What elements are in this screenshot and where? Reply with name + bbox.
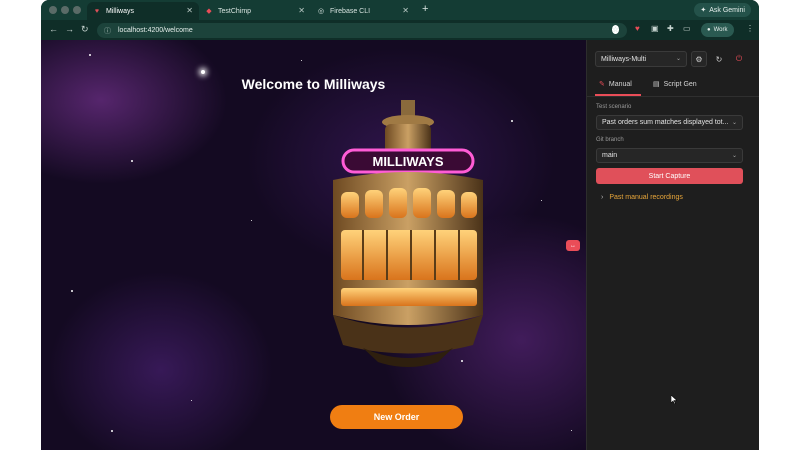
- address-bar[interactable]: ⓘ localhost:4200/welcome ☆: [97, 23, 627, 38]
- forward-arrow-icon[interactable]: →: [65, 24, 74, 34]
- profile-label: Work: [713, 27, 728, 33]
- testchimp-side-panel: Milliways-Multi ⌄ ⚙ ↻ ⏻ ✎ Manual ▤ Scrip…: [586, 40, 759, 450]
- gemini-sparkle-icon: ✦: [700, 7, 707, 14]
- panel-collapse-handle[interactable]: ↔: [566, 240, 580, 251]
- manual-icon: ✎: [599, 81, 605, 88]
- star: [301, 60, 302, 61]
- star: [89, 54, 91, 56]
- past-recordings-label: Past manual recordings: [609, 194, 683, 201]
- chevron-down-icon: ⌄: [675, 56, 681, 62]
- chevron-down-icon: ⌄: [731, 153, 737, 159]
- tab-script-gen-label: Script Gen: [663, 80, 697, 88]
- star: [111, 430, 113, 432]
- page-title: Welcome to Milliways: [241, 76, 386, 92]
- scenario-select[interactable]: Past orders sum matches displayed tot...…: [596, 115, 743, 130]
- tab-manual[interactable]: ✎ Manual: [599, 80, 632, 89]
- profile-button[interactable]: ● Work: [701, 23, 734, 37]
- refresh-icon: ↻: [715, 54, 723, 64]
- refresh-button[interactable]: ↻: [711, 51, 727, 67]
- star: [511, 120, 513, 122]
- star: [71, 290, 73, 292]
- extension-icon[interactable]: ▣: [651, 24, 659, 33]
- tab-label: TestChimp: [218, 7, 252, 15]
- project-select-value: Milliways-Multi: [601, 55, 647, 63]
- minimize-window-button[interactable]: [61, 6, 69, 14]
- menu-dots-icon[interactable]: ⋮: [746, 24, 754, 33]
- bookmark-star-icon[interactable]: ☆: [611, 25, 619, 34]
- close-icon[interactable]: ✕: [186, 6, 193, 15]
- star: [251, 220, 252, 221]
- ask-gemini-button[interactable]: ✦ Ask Gemini: [694, 3, 751, 17]
- mouse-cursor-icon: [671, 395, 677, 404]
- past-recordings-toggle[interactable]: › Past manual recordings: [601, 194, 683, 201]
- tab-milliways[interactable]: ♥ Milliways ✕: [87, 2, 199, 20]
- tab-manual-label: Manual: [608, 80, 632, 88]
- tab-label: Milliways: [106, 7, 134, 15]
- star: [541, 200, 542, 201]
- branch-label: Git branch: [596, 137, 624, 143]
- new-tab-button[interactable]: +: [422, 3, 428, 15]
- star: [571, 430, 572, 431]
- profile-avatar-icon: ●: [707, 27, 711, 33]
- tab-label: Firebase CLI: [330, 7, 371, 15]
- reload-icon[interactable]: ↻: [81, 24, 89, 35]
- sign-text: MILLIWAYS: [372, 154, 443, 169]
- chevron-right-icon: ›: [601, 194, 604, 201]
- back-arrow-icon[interactable]: ←: [49, 24, 58, 34]
- chevron-down-icon: ⌄: [731, 120, 737, 126]
- logout-button[interactable]: ⏻: [731, 51, 747, 67]
- site-info-icon[interactable]: ⓘ: [104, 26, 111, 36]
- bright-star: [201, 70, 205, 74]
- testchimp-favicon-icon: ◆: [206, 8, 212, 15]
- branch-select-value: main: [602, 152, 618, 159]
- project-select[interactable]: Milliways-Multi ⌄: [595, 51, 687, 67]
- tab-testchimp[interactable]: ◆ TestChimp ✕: [199, 2, 311, 20]
- new-order-button[interactable]: New Order: [330, 405, 463, 429]
- tab-strip: ♥ Milliways ✕ ◆ TestChimp ✕ ◎ Firebase C…: [41, 0, 759, 20]
- ask-gemini-label: Ask Gemini: [709, 6, 745, 14]
- browser-toolbar: ← → ↻ ⓘ localhost:4200/welcome ☆ ♥ ▣ ✚ ▭…: [41, 20, 759, 40]
- testchimp-extension-icon[interactable]: ♥: [635, 24, 640, 33]
- maximize-window-button[interactable]: [73, 6, 81, 14]
- globe-icon: ◎: [317, 8, 325, 15]
- milliways-favicon-icon: ♥: [94, 7, 100, 15]
- milliways-restaurant-illustration: MILLIWAYS: [333, 100, 483, 367]
- scenario-label: Test scenario: [596, 104, 632, 110]
- sidebar-toggle-icon[interactable]: ▭: [683, 24, 691, 33]
- gear-icon: ⚙: [695, 54, 703, 64]
- page-viewport: Welcome to Milliways MILLIWAYS New Order…: [41, 40, 586, 450]
- url-text: localhost:4200/welcome: [118, 27, 193, 34]
- star: [191, 400, 192, 401]
- settings-button[interactable]: ⚙: [691, 51, 707, 67]
- scenario-select-value: Past orders sum matches displayed tot...: [602, 119, 729, 126]
- tab-firebase-cli[interactable]: ◎ Firebase CLI ✕: [311, 2, 415, 20]
- browser-window: ♥ Milliways ✕ ◆ TestChimp ✕ ◎ Firebase C…: [41, 0, 759, 450]
- puzzle-icon[interactable]: ✚: [667, 24, 674, 33]
- script-icon: ▤: [653, 81, 660, 88]
- tab-divider: [587, 96, 759, 97]
- start-capture-button[interactable]: Start Capture: [596, 168, 743, 184]
- close-icon[interactable]: ✕: [402, 6, 409, 15]
- close-window-button[interactable]: [49, 6, 57, 14]
- power-icon: ⏻: [735, 54, 743, 63]
- tab-script-gen[interactable]: ▤ Script Gen: [653, 80, 697, 89]
- star: [131, 160, 133, 162]
- close-icon[interactable]: ✕: [298, 6, 305, 15]
- branch-select[interactable]: main ⌄: [596, 148, 743, 163]
